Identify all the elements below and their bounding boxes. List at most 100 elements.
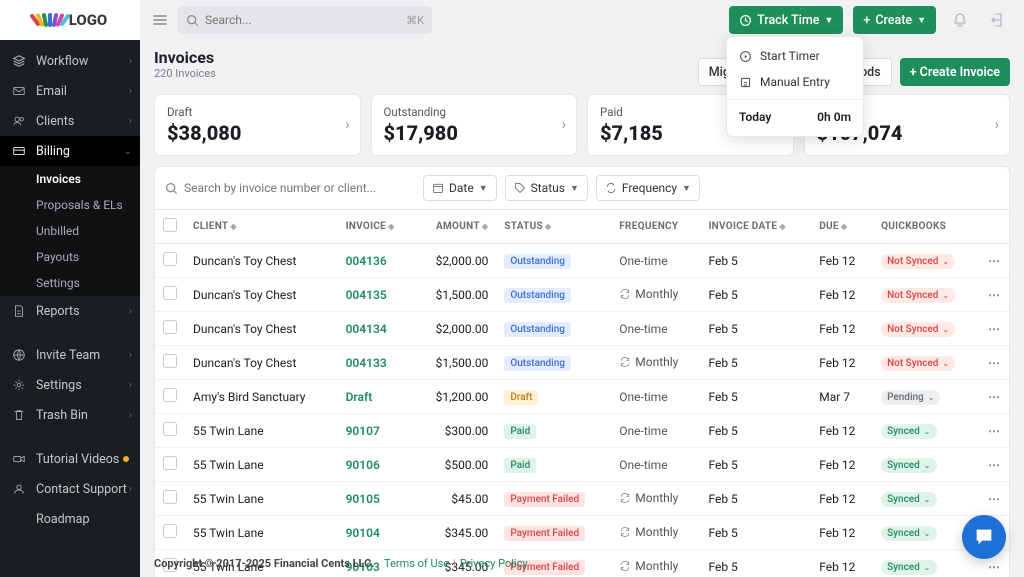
stat-outstanding[interactable]: Outstanding$17,980› bbox=[371, 94, 578, 156]
video-icon bbox=[10, 452, 28, 466]
row-checkbox[interactable] bbox=[163, 456, 177, 470]
nav-label: Proposals & ELs bbox=[36, 198, 123, 212]
cell-due: Mar 7 bbox=[811, 380, 873, 414]
cell-frequency: Monthly bbox=[611, 278, 700, 312]
cell-date: Feb 5 bbox=[700, 516, 811, 550]
nav-label: Billing bbox=[36, 144, 70, 159]
cell-qb[interactable]: Not Synced ⌄ bbox=[873, 244, 980, 278]
table-row[interactable]: Duncan's Toy Chest004134$2,000.00Outstan… bbox=[155, 312, 1009, 346]
logout-icon[interactable] bbox=[984, 12, 1012, 28]
table-row[interactable]: Duncan's Toy Chest004133$1,500.00Outstan… bbox=[155, 346, 1009, 380]
table-row[interactable]: Duncan's Toy Chest004136$2,000.00Outstan… bbox=[155, 244, 1009, 278]
manual-entry-item[interactable]: Manual Entry bbox=[727, 69, 863, 95]
cell-invoice[interactable]: 90107 bbox=[338, 414, 415, 448]
chevron-down-icon: ▼ bbox=[824, 15, 833, 26]
stat-draft[interactable]: Draft$38,080› bbox=[154, 94, 361, 156]
logo-text: LOGO bbox=[69, 11, 108, 29]
row-checkbox[interactable] bbox=[163, 524, 177, 538]
nav-contact-support[interactable]: Contact Support› bbox=[0, 474, 140, 504]
row-checkbox[interactable] bbox=[163, 422, 177, 436]
nav-trash-bin[interactable]: Trash Bin› bbox=[0, 400, 140, 430]
bell-icon[interactable] bbox=[946, 12, 974, 28]
nav-sub-unbilled[interactable]: Unbilled bbox=[0, 218, 140, 244]
nav-reports[interactable]: Reports› bbox=[0, 296, 140, 326]
privacy-link[interactable]: Privacy Policy bbox=[460, 557, 528, 570]
table-search-input[interactable] bbox=[184, 181, 415, 195]
nav-sub-invoices[interactable]: Invoices bbox=[0, 166, 140, 192]
menu-toggle-icon[interactable] bbox=[152, 12, 168, 28]
row-actions[interactable]: ⋯ bbox=[980, 414, 1009, 448]
row-checkbox[interactable] bbox=[163, 490, 177, 504]
cell-invoice[interactable]: 004135 bbox=[338, 278, 415, 312]
row-actions[interactable]: ⋯ bbox=[980, 346, 1009, 380]
cell-qb[interactable]: Pending ⌄ bbox=[873, 380, 980, 414]
row-checkbox[interactable] bbox=[163, 320, 177, 334]
row-checkbox[interactable] bbox=[163, 388, 177, 402]
nav-clients[interactable]: Clients› bbox=[0, 106, 140, 136]
table-row[interactable]: 55 Twin Lane90105$45.00Payment Failed Mo… bbox=[155, 482, 1009, 516]
nav-sub-settings[interactable]: Settings bbox=[0, 270, 140, 296]
row-actions[interactable]: ⋯ bbox=[980, 482, 1009, 516]
table-row[interactable]: 55 Twin Lane90107$300.00PaidOne-timeFeb … bbox=[155, 414, 1009, 448]
row-actions[interactable]: ⋯ bbox=[980, 448, 1009, 482]
row-checkbox[interactable] bbox=[163, 354, 177, 368]
cell-qb[interactable]: Synced ⌄ bbox=[873, 482, 980, 516]
cell-qb[interactable]: Synced ⌄ bbox=[873, 448, 980, 482]
nav-email[interactable]: Email› bbox=[0, 76, 140, 106]
table-row[interactable]: Amy's Bird SanctuaryDraft$1,200.00DraftO… bbox=[155, 380, 1009, 414]
logo[interactable]: LOGO bbox=[0, 0, 140, 40]
page-subtitle: 220 Invoices bbox=[154, 67, 216, 80]
filter-date[interactable]: Date▼ bbox=[423, 175, 497, 201]
chevron-icon: › bbox=[129, 350, 132, 361]
nav-roadmap[interactable]: Roadmap bbox=[0, 504, 140, 534]
cell-invoice[interactable]: 90104 bbox=[338, 516, 415, 550]
terms-link[interactable]: Terms of Use bbox=[384, 557, 449, 570]
cell-qb[interactable]: Not Synced ⌄ bbox=[873, 346, 980, 380]
nav-settings[interactable]: Settings› bbox=[0, 370, 140, 400]
row-checkbox[interactable] bbox=[163, 252, 177, 266]
chat-bubble[interactable] bbox=[962, 515, 1006, 559]
nav-invite-team[interactable]: Invite Team› bbox=[0, 340, 140, 370]
trash-icon bbox=[10, 408, 28, 422]
cell-invoice[interactable]: 90105 bbox=[338, 482, 415, 516]
cell-qb[interactable]: Not Synced ⌄ bbox=[873, 278, 980, 312]
cell-qb[interactable]: Not Synced ⌄ bbox=[873, 312, 980, 346]
table-row[interactable]: 55 Twin Lane90104$345.00Payment Failed M… bbox=[155, 516, 1009, 550]
table-search[interactable] bbox=[165, 181, 415, 195]
chevron-down-icon: ▼ bbox=[917, 15, 926, 26]
global-search-input[interactable] bbox=[205, 13, 406, 27]
track-time-button[interactable]: Track Time ▼ bbox=[729, 6, 843, 34]
nav-tutorial-videos[interactable]: Tutorial Videos bbox=[0, 444, 140, 474]
start-timer-item[interactable]: Start Timer bbox=[727, 43, 863, 69]
cell-date: Feb 5 bbox=[700, 244, 811, 278]
logo-burst-icon bbox=[33, 13, 67, 27]
row-checkbox[interactable] bbox=[163, 286, 177, 300]
cell-client: Duncan's Toy Chest bbox=[185, 244, 338, 278]
select-all-checkbox[interactable] bbox=[163, 218, 177, 232]
row-actions[interactable]: ⋯ bbox=[980, 380, 1009, 414]
nav-sub-proposals-els[interactable]: Proposals & ELs bbox=[0, 192, 140, 218]
nav-sub-payouts[interactable]: Payouts bbox=[0, 244, 140, 270]
cell-invoice[interactable]: 004133 bbox=[338, 346, 415, 380]
filter-frequency[interactable]: Frequency▼ bbox=[596, 175, 700, 201]
global-search[interactable]: ⌘K bbox=[178, 6, 432, 34]
nav-billing[interactable]: Billing⌄ bbox=[0, 136, 140, 166]
cell-invoice[interactable]: 004136 bbox=[338, 244, 415, 278]
nav-label: Reports bbox=[36, 304, 80, 319]
create-invoice-button[interactable]: + Create Invoice bbox=[900, 58, 1010, 86]
cell-invoice[interactable]: 90106 bbox=[338, 448, 415, 482]
cell-invoice[interactable]: 004134 bbox=[338, 312, 415, 346]
edit-icon bbox=[739, 76, 752, 89]
create-button[interactable]: + Create ▼ bbox=[853, 6, 936, 34]
cell-invoice[interactable]: Draft bbox=[338, 380, 415, 414]
cell-status: Outstanding bbox=[496, 312, 611, 346]
chevron-right-icon: › bbox=[995, 117, 999, 133]
nav-workflow[interactable]: Workflow› bbox=[0, 46, 140, 76]
row-actions[interactable]: ⋯ bbox=[980, 278, 1009, 312]
row-actions[interactable]: ⋯ bbox=[980, 312, 1009, 346]
row-actions[interactable]: ⋯ bbox=[980, 244, 1009, 278]
table-row[interactable]: 55 Twin Lane90106$500.00PaidOne-timeFeb … bbox=[155, 448, 1009, 482]
filter-status[interactable]: Status▼ bbox=[505, 175, 588, 201]
cell-qb[interactable]: Synced ⌄ bbox=[873, 414, 980, 448]
table-row[interactable]: Duncan's Toy Chest004135$1,500.00Outstan… bbox=[155, 278, 1009, 312]
